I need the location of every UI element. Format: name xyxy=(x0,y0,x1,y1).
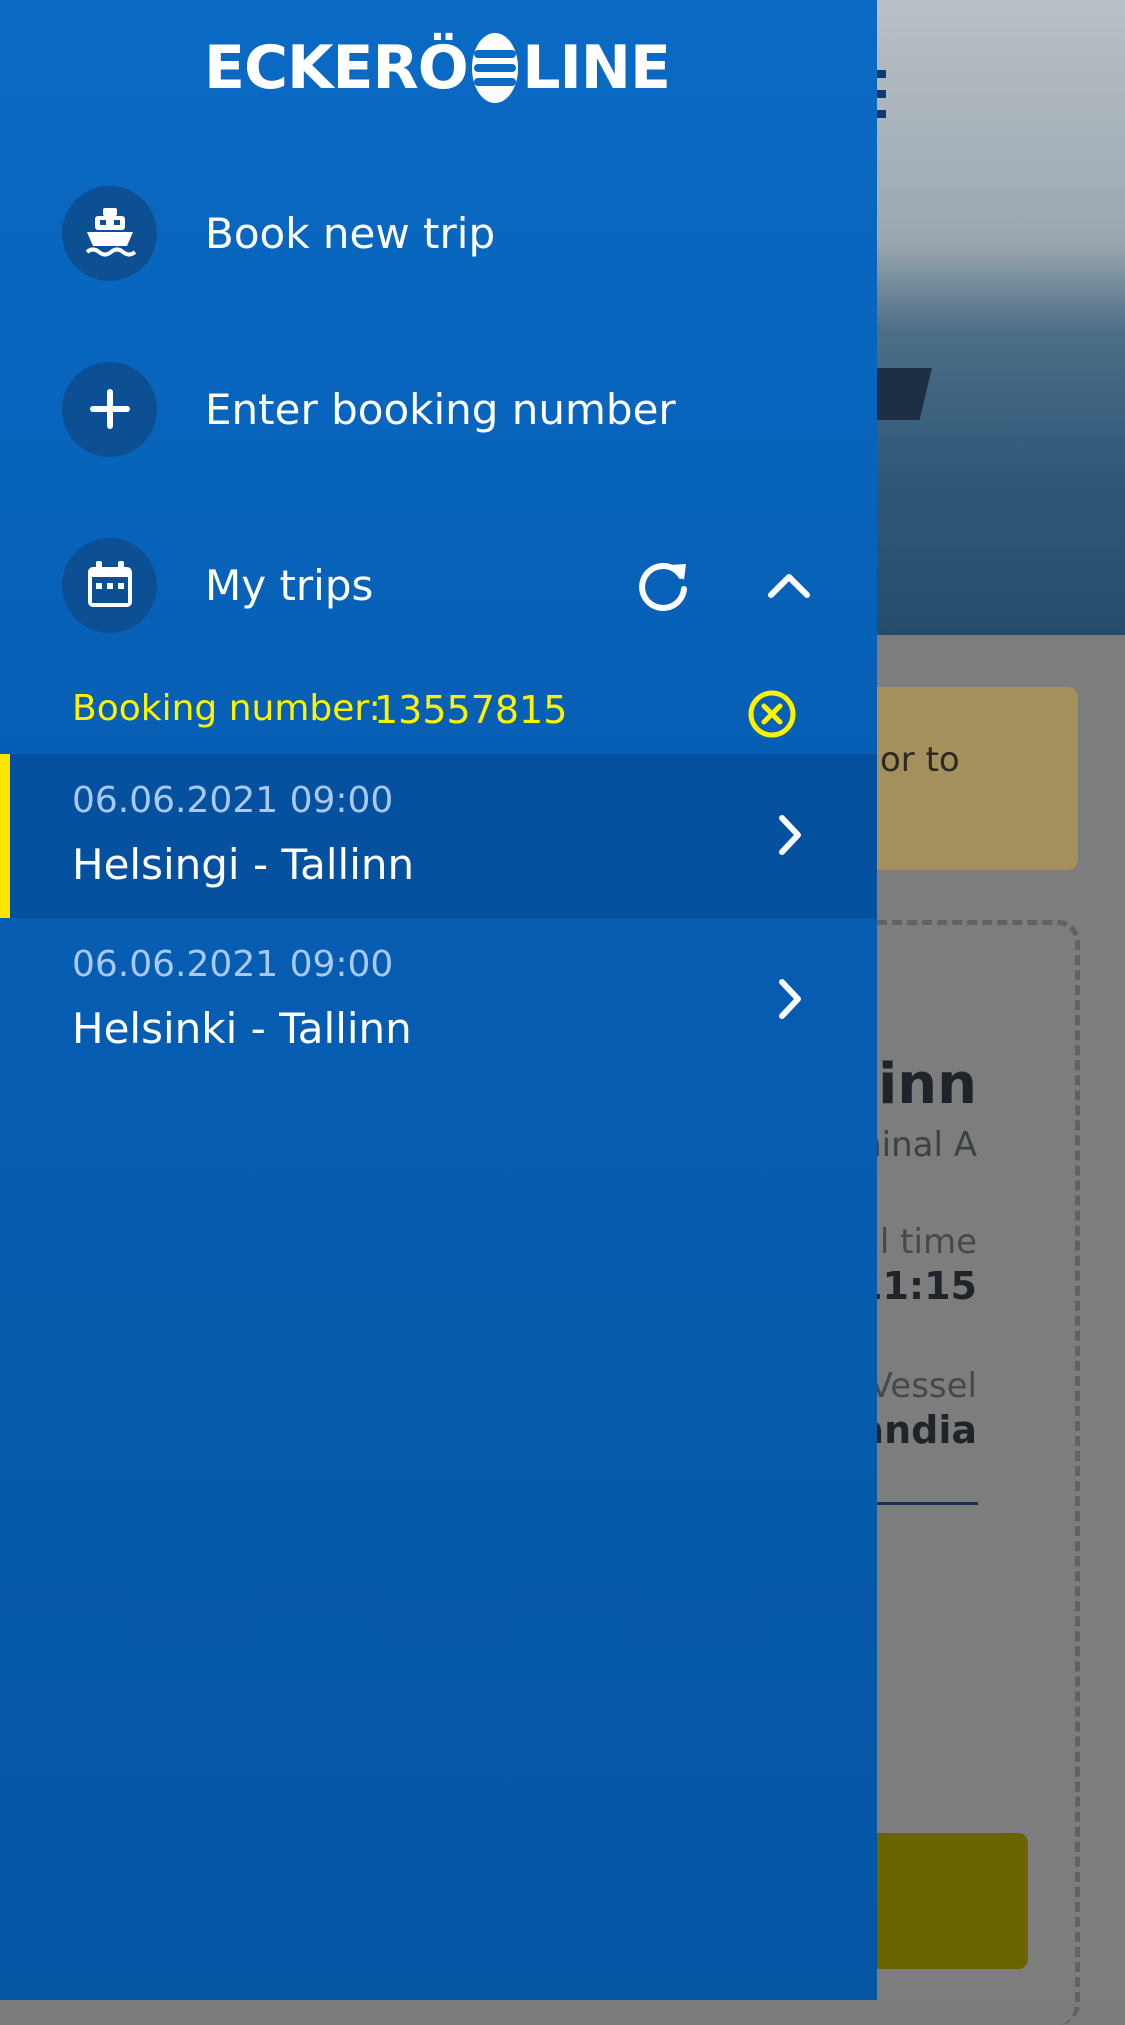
close-circle-icon[interactable] xyxy=(746,688,798,740)
menu-item-label: Book new trip xyxy=(205,208,496,258)
calendar-icon xyxy=(62,537,157,633)
background-action-button xyxy=(862,1833,1028,1969)
chevron-right-icon xyxy=(770,974,810,1024)
trip-list-item[interactable]: 06.06.2021 09:00 Helsingi - Tallinn xyxy=(0,754,877,918)
ship-icon xyxy=(62,185,157,281)
active-indicator xyxy=(0,754,10,918)
plus-icon xyxy=(62,361,157,457)
brand-logo: ECKERÖ LINE xyxy=(204,18,671,118)
menu-item-book-new-trip[interactable]: Book new trip xyxy=(0,178,877,288)
logo-text-right: LINE xyxy=(522,33,671,103)
menu-item-my-trips[interactable]: My trips xyxy=(0,530,877,640)
menu-item-label: Enter booking number xyxy=(205,384,676,434)
navigation-drawer: ECKERÖ LINE Book new trip Enter booking … xyxy=(0,0,877,2000)
vessel-label: Vessel xyxy=(869,1366,977,1406)
booking-number-value: 13557815 xyxy=(374,688,568,732)
trip-list-item[interactable]: 06.06.2021 09:00 Helsinki - Tallinn xyxy=(0,918,877,1082)
booking-number-label: Booking number: xyxy=(72,688,381,729)
trip-route: Helsingi - Tallinn xyxy=(72,840,415,889)
divider xyxy=(870,1502,978,1505)
trip-datetime: 06.06.2021 09:00 xyxy=(72,944,394,985)
chevron-right-icon xyxy=(770,810,810,860)
trip-route: Helsinki - Tallinn xyxy=(72,1004,412,1053)
terminal-label: ninal A xyxy=(860,1125,977,1165)
logo-text-left: ECKERÖ xyxy=(204,33,469,103)
menu-item-enter-booking-number[interactable]: Enter booking number xyxy=(0,354,877,464)
menu-item-label: My trips xyxy=(205,560,374,610)
logo-mark-icon xyxy=(471,33,519,103)
trip-datetime: 06.06.2021 09:00 xyxy=(72,780,394,821)
chevron-up-icon[interactable] xyxy=(757,553,821,617)
refresh-icon[interactable] xyxy=(631,553,695,617)
notice-text: or to xyxy=(880,740,960,780)
ship-silhouette xyxy=(870,368,932,420)
